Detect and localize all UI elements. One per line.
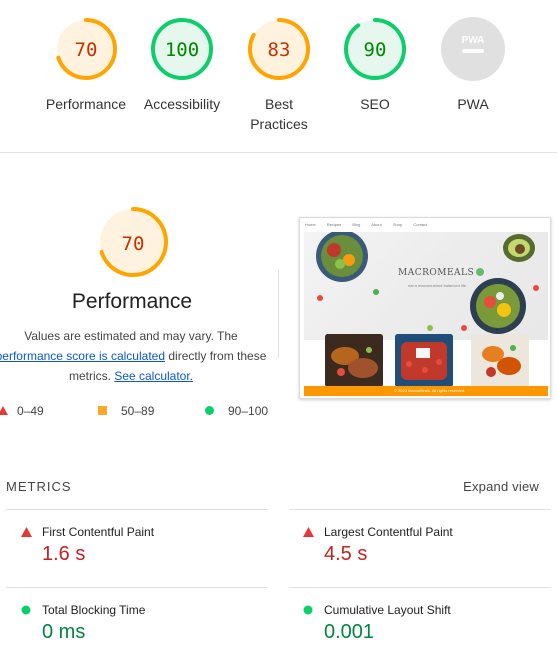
pwa-badge-icon: PWA [441, 17, 505, 81]
card-food-image [325, 334, 383, 387]
thumbnail-footer-bar: © 2023 MacroMeals. All rights reserved. [304, 386, 548, 396]
score-legend: 0–49 50–89 90–100 [0, 403, 290, 419]
metric-value: 1.6 s [42, 543, 86, 565]
metric-name: First Contentful Paint [42, 525, 155, 539]
gauge-pwa[interactable]: PWA PWA [418, 16, 528, 114]
average-square-icon [98, 406, 107, 416]
best-practices-gauge-ring: 83 [248, 18, 310, 80]
note-text-before: Values are estimated and may vary. The [24, 329, 238, 343]
best-practices-score: 83 [268, 39, 291, 61]
metrics-heading: METRICS [6, 479, 72, 494]
metric-name: Total Blocking Time [42, 603, 146, 617]
performance-big-score: 70 [122, 233, 145, 255]
metric-divider [289, 587, 551, 588]
thumb-card-image [325, 334, 383, 387]
metric-divider [6, 509, 268, 510]
expand-view-toggle[interactable]: Expand view [463, 479, 539, 494]
metric-divider [289, 509, 551, 510]
category-gauges: 70 Performance 100 Accessibility 83 Best… [0, 0, 557, 152]
see-calculator-link[interactable]: See calculator. [114, 369, 193, 383]
fail-triangle-icon [0, 406, 8, 416]
card-food-image [471, 334, 529, 387]
section-divider [0, 152, 557, 153]
metric-name: Largest Contentful Paint [324, 525, 453, 539]
card-food-image [395, 334, 453, 387]
thumb-nav-item: Blog [352, 222, 361, 227]
thumb-nav-item: Shop [392, 222, 403, 227]
pwa-badge-text: PWA [462, 35, 485, 46]
legend-fail-range: 0–49 [17, 403, 44, 418]
thumb-nav-item: Home [305, 222, 316, 227]
thumbnail-site-subtitle: eat a macronutrient balanced life [408, 283, 467, 288]
legend-pass-range: 90–100 [228, 403, 269, 418]
thumb-nav-item: Contact [413, 222, 428, 227]
gauge-seo[interactable]: 90 SEO [320, 16, 430, 114]
thumbnail-hero: MACROMEALS eat a macronutrient balanced … [304, 232, 548, 340]
metric-value: 0.001 [324, 621, 375, 643]
pass-circle-icon [21, 605, 31, 615]
gauge-pwa-label: PWA [457, 96, 489, 112]
metric-name: Cumulative Layout Shift [324, 603, 451, 617]
thumbnail-cards [304, 334, 548, 389]
gauge-best-practices[interactable]: 83 Best Practices [224, 16, 334, 134]
pass-circle-icon [303, 605, 313, 615]
gauge-performance-label: Performance [45, 96, 127, 112]
metric-divider [6, 587, 268, 588]
thumbnail-nav: Home Recipes Blog About Shop Contact [305, 222, 547, 232]
gauge-best-practices-label: Best Practices [224, 94, 334, 134]
legend-average-range: 50–89 [121, 403, 155, 418]
thumbnail-footer-text: © 2023 MacroMeals. All rights reserved. [394, 388, 465, 393]
vertical-separator [278, 270, 279, 358]
performance-gauge-ring: 70 [55, 18, 117, 80]
performance-big-gauge: 70 [98, 207, 168, 277]
gauge-accessibility[interactable]: 100 Accessibility [127, 16, 237, 114]
seo-gauge-ring: 90 [344, 18, 406, 80]
thumbnail-site-title: MACROMEALS [398, 268, 475, 278]
final-screenshot-thumbnail[interactable]: Home Recipes Blog About Shop Contact MAC… [299, 217, 551, 399]
pass-circle-icon [205, 406, 214, 416]
performance-score-link[interactable]: performance score is calculated [0, 349, 165, 363]
metric-value: 0 ms [42, 621, 86, 643]
thumb-nav-item: About [371, 222, 382, 227]
thumb-card-image [471, 334, 529, 387]
fail-triangle-icon [303, 527, 314, 537]
legend-fail: 0–49 [0, 403, 44, 418]
legend-average: 50–89 [98, 403, 154, 418]
performance-score: 70 [75, 39, 98, 61]
legend-pass: 90–100 [205, 403, 268, 418]
thumb-card-image [395, 334, 453, 387]
best-practices-label-line1: Best [264, 96, 293, 112]
best-practices-label-line2: Practices [250, 116, 308, 132]
performance-title: Performance [71, 290, 193, 313]
fail-triangle-icon [21, 527, 32, 537]
gauge-performance[interactable]: 70 Performance [31, 16, 141, 114]
accessibility-score: 100 [165, 39, 199, 61]
gauge-accessibility-label: Accessibility [143, 96, 221, 112]
performance-note: Values are estimated and may vary. The p… [0, 326, 270, 386]
gauge-seo-label: SEO [360, 96, 390, 112]
seo-score: 90 [364, 39, 387, 61]
accessibility-gauge-ring: 100 [151, 18, 213, 80]
thumb-nav-item: Recipes [326, 222, 342, 227]
metric-value: 4.5 s [324, 543, 368, 565]
